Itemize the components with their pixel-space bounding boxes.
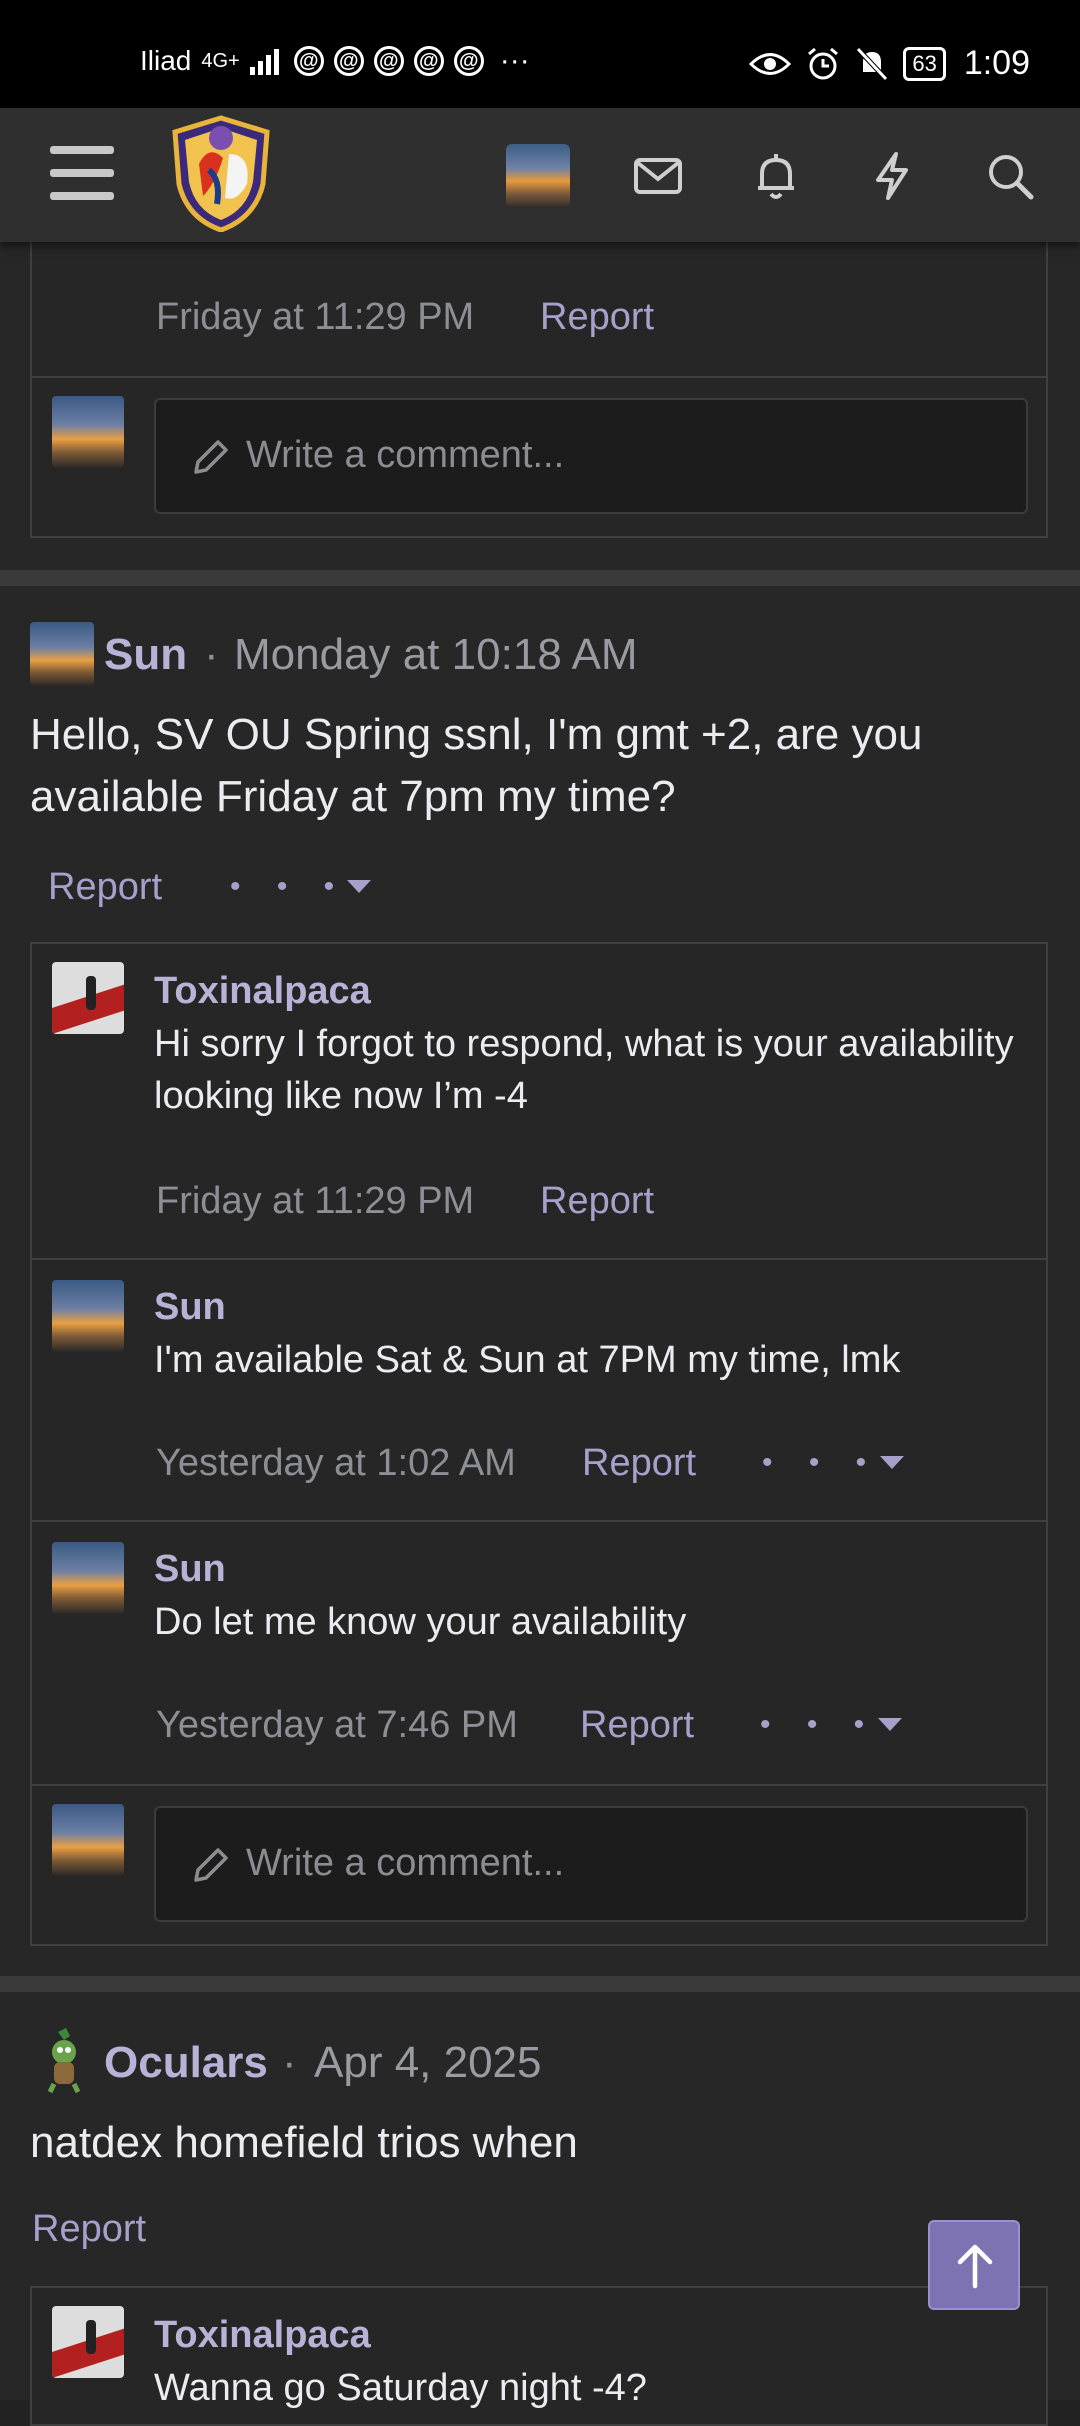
more-notifications: ···	[499, 44, 530, 77]
comment-timestamp[interactable]: Yesterday at 7:46 PM	[156, 1704, 518, 1747]
site-logo[interactable]	[165, 114, 277, 232]
avatar[interactable]	[52, 1280, 124, 1352]
scroll-to-top-button[interactable]	[928, 2220, 1020, 2310]
post-date[interactable]: Monday at 10:18 AM	[234, 630, 638, 680]
status-right: 63 1:09	[749, 44, 1030, 83]
more-options[interactable]: • • •	[230, 870, 348, 904]
comment-author[interactable]: Toxinalpaca	[154, 2314, 371, 2357]
report-link[interactable]: Report	[48, 866, 162, 909]
post-author[interactable]: Oculars	[104, 2038, 268, 2088]
bolt-icon[interactable]	[866, 150, 918, 202]
avatar[interactable]	[30, 622, 94, 686]
report-link[interactable]: Report	[582, 1442, 696, 1485]
bell-icon[interactable]	[750, 150, 802, 202]
post-separator	[0, 570, 1080, 586]
comment-text: I'm available Sat & Sun at 7PM my time, …	[154, 1339, 901, 1381]
more-options[interactable]: • • •	[760, 1708, 878, 1742]
status-bar: Iliad 4G+ @ @ @ @ @ ··· 63 1:09	[0, 0, 1080, 108]
chevron-down-icon[interactable]	[878, 1718, 902, 1731]
chevron-down-icon[interactable]	[347, 880, 371, 893]
avatar[interactable]	[52, 396, 124, 468]
mail-icon[interactable]	[632, 150, 684, 202]
menu-icon[interactable]	[50, 146, 114, 202]
post-body: Hello, SV OU Spring ssnl, I'm gmt +2, ar…	[30, 710, 923, 821]
report-link[interactable]: Report	[32, 2208, 146, 2251]
post-date[interactable]: Apr 4, 2025	[314, 2038, 542, 2088]
divider	[30, 1520, 1048, 1522]
signal-icon	[249, 49, 279, 75]
avatar[interactable]	[52, 962, 124, 1034]
post-author[interactable]: Sun	[104, 630, 187, 680]
threads-icon: @	[333, 46, 364, 76]
threads-icon: @	[373, 46, 404, 76]
battery-indicator: 63	[903, 46, 946, 81]
pencil-icon	[194, 440, 228, 474]
status-left: Iliad 4G+ @ @ @ @ @ ···	[140, 44, 530, 78]
report-link[interactable]: Report	[540, 296, 654, 339]
divider	[30, 1784, 1048, 1786]
comment-timestamp[interactable]: Yesterday at 1:02 AM	[156, 1442, 516, 1485]
user-avatar[interactable]	[506, 144, 570, 208]
comment-author[interactable]: Sun	[154, 1548, 226, 1591]
divider	[30, 1258, 1048, 1260]
chevron-down-icon[interactable]	[880, 1456, 904, 1469]
arrow-up-icon	[957, 2244, 993, 2289]
comment-text: Wanna go Saturday night -4?	[154, 2367, 647, 2409]
report-link[interactable]: Report	[580, 1704, 694, 1747]
avatar[interactable]	[52, 1804, 124, 1876]
comment-author[interactable]: Sun	[154, 1286, 226, 1329]
avatar[interactable]	[36, 2028, 92, 2094]
top-navbar	[0, 108, 1080, 242]
comment-input[interactable]: Write a comment...	[154, 1806, 1028, 1922]
avatar[interactable]	[52, 2306, 124, 2378]
comment-author[interactable]: Toxinalpaca	[154, 970, 371, 1013]
comment-timestamp[interactable]: Friday at 11:29 PM	[156, 296, 474, 339]
post-separator	[0, 1976, 1080, 1992]
more-options[interactable]: • • •	[762, 1446, 880, 1480]
mute-bell-icon	[856, 46, 889, 81]
carrier-label: Iliad	[140, 45, 192, 76]
search-icon[interactable]	[984, 150, 1036, 202]
avatar[interactable]	[52, 1542, 124, 1614]
post-body: natdex homefield trios when	[30, 2118, 578, 2167]
threads-icon: @	[413, 46, 444, 76]
separator-dot: ·	[282, 2038, 297, 2087]
comment-text: Do let me know your availability	[154, 1601, 687, 1643]
alarm-icon	[808, 47, 839, 79]
network-type: 4G+	[201, 50, 240, 72]
comment-placeholder: Write a comment...	[246, 1842, 565, 1884]
eye-icon	[749, 52, 792, 75]
threads-icon: @	[453, 46, 484, 76]
divider	[30, 376, 1048, 378]
clock: 1:09	[963, 44, 1030, 82]
report-link[interactable]: Report	[540, 1180, 654, 1223]
comment-timestamp[interactable]: Friday at 11:29 PM	[156, 1180, 474, 1223]
comment-input[interactable]: Write a comment...	[154, 398, 1028, 514]
comment-text: Hi sorry I forgot to respond, what is yo…	[154, 1023, 1014, 1117]
threads-icon: @	[293, 46, 324, 76]
separator-dot: ·	[204, 630, 219, 679]
pencil-icon	[194, 1848, 228, 1882]
comment-placeholder: Write a comment...	[246, 434, 565, 476]
